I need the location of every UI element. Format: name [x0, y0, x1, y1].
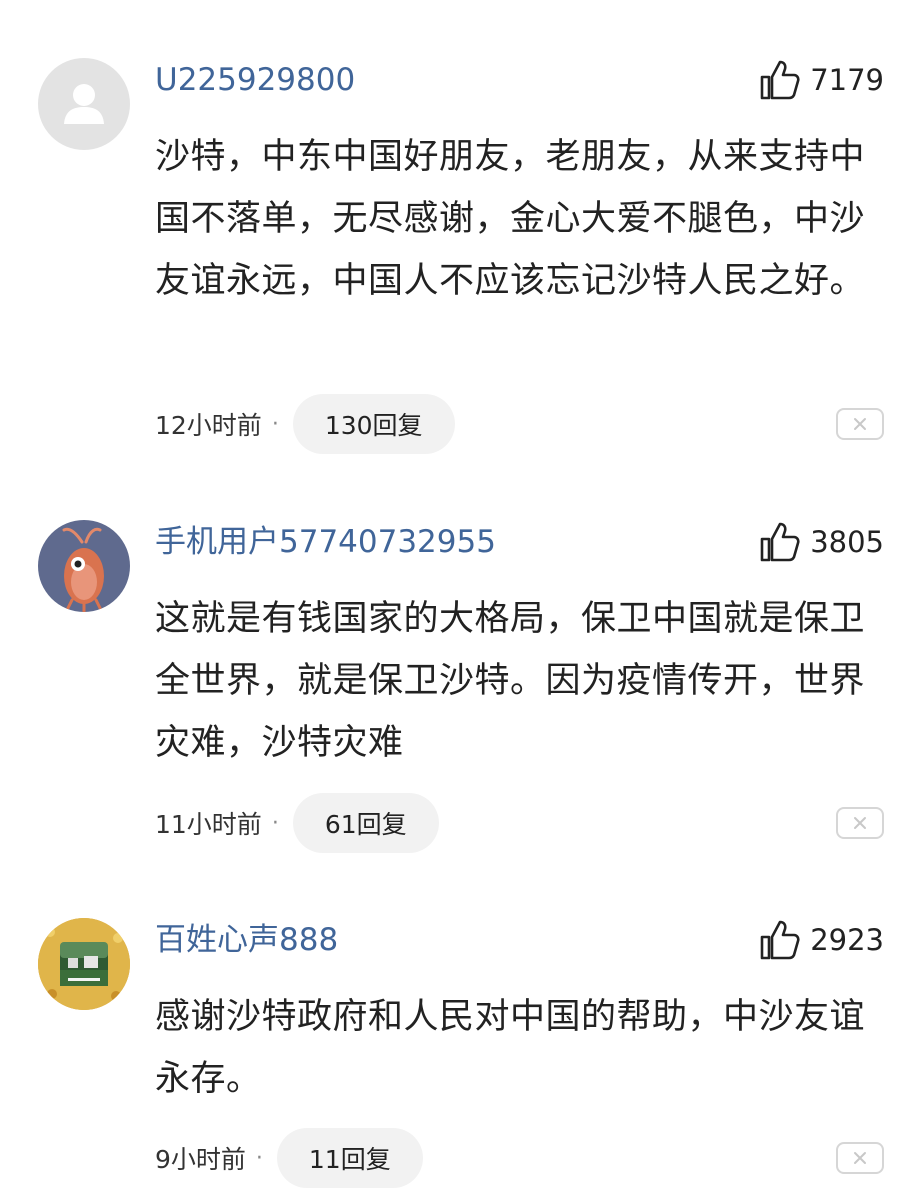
reply-count-button[interactable]: 130回复 — [292, 394, 455, 454]
thumbs-up-icon — [760, 522, 800, 562]
comment-meta: 9小时前 · 11回复 — [155, 1128, 423, 1188]
landscape-photo-avatar-icon — [38, 918, 130, 1010]
like-button[interactable]: 3805 — [758, 522, 884, 562]
like-count: 7179 — [810, 63, 884, 97]
separator: · — [271, 810, 279, 836]
close-icon — [854, 817, 866, 829]
dismiss-button[interactable] — [836, 1142, 884, 1174]
default-person-avatar-icon — [38, 58, 130, 150]
comment-meta: 11小时前 · 61回复 — [155, 793, 439, 853]
reply-count-button[interactable]: 61回复 — [292, 793, 439, 853]
close-icon — [854, 418, 866, 430]
comment-meta: 12小时前 · 130回复 — [155, 394, 455, 454]
username[interactable]: U225929800 — [155, 60, 355, 100]
like-count: 3805 — [810, 525, 884, 559]
dismiss-button[interactable] — [836, 807, 884, 839]
dismiss-button[interactable] — [836, 408, 884, 440]
comment-text: 这就是有钱国家的大格局，保卫中国就是保卫全世界，就是保卫沙特。因为疫情传开，世界… — [155, 599, 866, 763]
timestamp: 11小时前 — [155, 810, 262, 839]
avatar[interactable] — [38, 520, 130, 612]
comment-text: 沙特，中东中国好朋友，老朋友，从来支持中国不落单，无尽感谢，金心大爱不腿色，中沙… — [155, 137, 866, 301]
avatar[interactable] — [38, 918, 130, 1010]
comment-item: U225929800 7179 沙特，中东中国好朋友，老朋友，从来支持中国不落单… — [0, 58, 922, 458]
separator: · — [271, 411, 279, 437]
thumbs-up-icon — [760, 920, 800, 960]
like-button[interactable]: 2923 — [758, 920, 884, 960]
username[interactable]: 手机用户57740732955 — [155, 522, 496, 562]
comment-item: 百姓心声888 2923 感谢沙特政府和人民对中国的帮助，中沙友谊永存。 9小时… — [0, 918, 922, 1200]
like-count: 2923 — [810, 923, 884, 957]
timestamp: 12小时前 — [155, 411, 262, 440]
shrimp-avatar-icon — [38, 520, 130, 612]
thumbs-up-icon — [760, 60, 800, 100]
close-icon — [854, 1152, 866, 1164]
comment-text: 感谢沙特政府和人民对中国的帮助，中沙友谊永存。 — [155, 997, 866, 1099]
reply-count-button[interactable]: 11回复 — [276, 1128, 423, 1188]
like-button[interactable]: 7179 — [758, 60, 884, 100]
timestamp: 9小时前 — [155, 1145, 246, 1174]
comment-item: 手机用户57740732955 3805 这就是有钱国家的大格局，保卫中国就是保… — [0, 520, 922, 860]
avatar[interactable] — [38, 58, 130, 150]
separator: · — [255, 1145, 263, 1171]
username[interactable]: 百姓心声888 — [155, 920, 338, 960]
